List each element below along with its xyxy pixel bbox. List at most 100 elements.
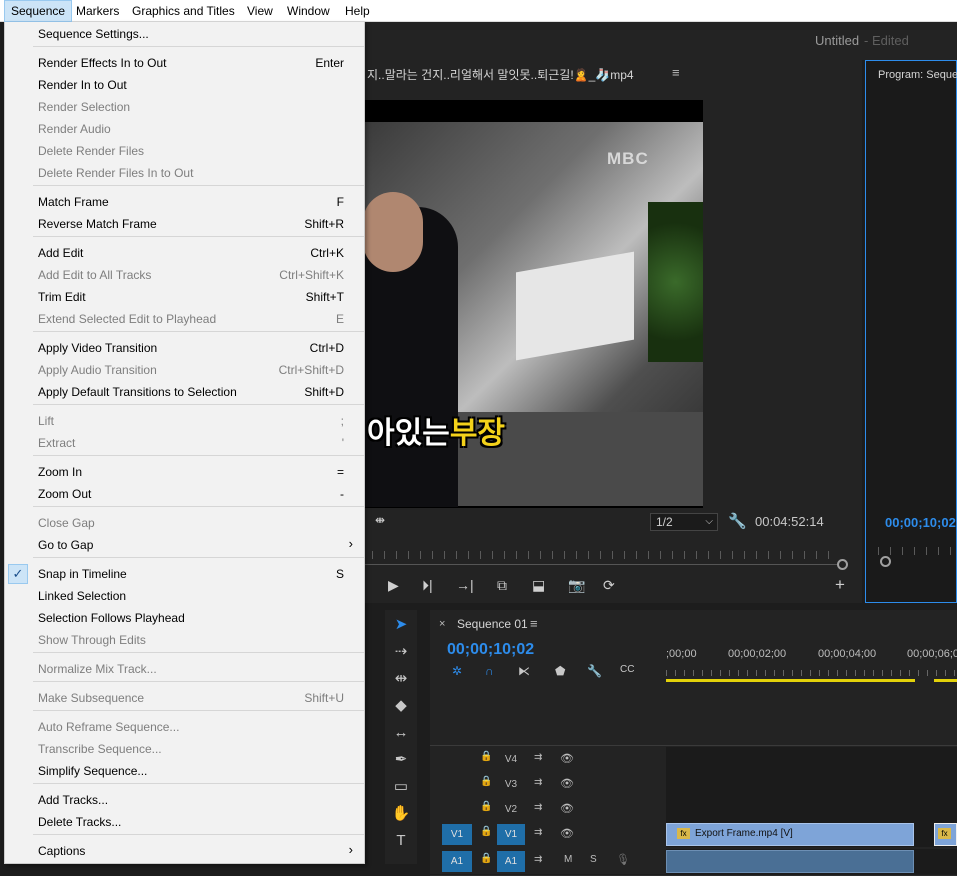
playhead-knob[interactable] (837, 559, 848, 570)
menu-sequence[interactable]: Sequence (4, 0, 73, 22)
timeline-ruler[interactable]: ;00;00 00;00;02;00 00;00;04;00 00;00;06;… (666, 640, 957, 685)
lock-icon[interactable]: 🔒 (480, 801, 492, 812)
menu-item-captions[interactable]: Captions › (5, 840, 364, 862)
insert-icon[interactable]: ⧉ (497, 577, 507, 594)
program-time-ruler[interactable] (878, 547, 957, 567)
lock-icon[interactable]: 🔒 (480, 826, 492, 837)
lock-icon[interactable]: 🔒 (480, 853, 492, 864)
drag-video-icon[interactable]: ⇼ (375, 513, 385, 527)
track-body[interactable] (666, 772, 957, 797)
menu-graphics-and-titles[interactable]: Graphics and Titles (126, 0, 241, 22)
program-monitor-title[interactable]: Program: Seque (878, 69, 957, 81)
rectangle-tool-icon[interactable]: ▭ (385, 774, 417, 800)
slip-tool-icon[interactable]: ↔ (385, 720, 417, 746)
play-icon[interactable]: ▶ (388, 577, 399, 594)
menu-item-render-effects-in-to-out[interactable]: Render Effects In to Out Enter (5, 52, 364, 74)
timeline-timecode[interactable]: 00;00;10;02 (447, 641, 534, 659)
track-name[interactable]: V4 (497, 749, 525, 770)
wrench-icon[interactable]: 🔧 (587, 664, 602, 678)
track-name[interactable]: V1 (497, 824, 525, 845)
nest-icon[interactable]: ✲ (452, 664, 462, 678)
snap-magnet-icon[interactable]: ∩ (485, 664, 494, 678)
source-patch-v1[interactable]: V1 (442, 824, 472, 845)
eye-icon[interactable]: 👁 (560, 827, 574, 840)
camera-icon[interactable]: 📷 (568, 577, 585, 594)
panel-menu-icon[interactable]: ≡ (672, 65, 680, 80)
video-clip[interactable]: fx Export Frame.mp4 [V] (666, 823, 914, 846)
menu-markers[interactable]: Markers (70, 0, 125, 22)
type-tool-icon[interactable]: T (385, 828, 417, 854)
sync-lock-icon[interactable]: ⇉ (534, 854, 542, 865)
track-name[interactable]: V3 (497, 774, 525, 795)
menu-window[interactable]: Window (281, 0, 336, 22)
menu-item-match-frame[interactable]: Match Frame F (5, 191, 364, 213)
track-body[interactable]: fx Export Frame.mp4 [V] fx (666, 822, 957, 847)
sync-lock-icon[interactable]: ⇉ (534, 827, 542, 838)
razor-tool-icon[interactable]: ◆ (385, 693, 417, 719)
menu-item-apply-default-transitions-to-selection[interactable]: Apply Default Transitions to Selection Sh… (5, 381, 364, 403)
track-select-tool-icon[interactable]: ⇢ (385, 639, 417, 665)
sync-lock-icon[interactable]: ⇉ (534, 752, 542, 763)
video-clip[interactable]: fx (934, 823, 957, 846)
eye-icon[interactable]: 👁 (560, 752, 574, 765)
work-area-bar[interactable] (934, 679, 957, 682)
menu-view[interactable]: View (241, 0, 279, 22)
track-name[interactable]: A1 (497, 851, 525, 872)
menu-item-snap-in-timeline[interactable]: ✓ Snap in Timeline S (5, 563, 364, 585)
track-body[interactable] (666, 849, 957, 874)
lock-icon[interactable]: 🔒 (480, 751, 492, 762)
sequence-tab[interactable]: Sequence 01 (457, 617, 528, 631)
pen-tool-icon[interactable]: ✒ (385, 747, 417, 773)
source-patch-a1[interactable]: A1 (442, 851, 472, 872)
menu-item-apply-video-transition[interactable]: Apply Video Transition Ctrl+D (5, 337, 364, 359)
hand-tool-icon[interactable]: ✋ (385, 801, 417, 827)
solo-button[interactable]: S (590, 854, 597, 865)
track-body[interactable] (666, 797, 957, 822)
menu-help[interactable]: Help (339, 0, 376, 22)
menu-item-add-edit[interactable]: Add Edit Ctrl+K (5, 242, 364, 264)
source-time-ruler[interactable] (360, 549, 862, 573)
menu-item-zoom-in[interactable]: Zoom In = (5, 461, 364, 483)
menu-item-trim-edit[interactable]: Trim Edit Shift+T (5, 286, 364, 308)
settings-wrench-icon[interactable]: 🔧 (728, 512, 747, 530)
step-forward-icon[interactable]: ⏵| (422, 577, 433, 594)
menu-separator (33, 710, 364, 711)
panel-menu-icon[interactable]: ≡ (530, 616, 538, 631)
selection-tool-icon[interactable]: ➤ (385, 612, 417, 638)
work-area-bar[interactable] (666, 679, 915, 682)
track-body[interactable] (666, 747, 957, 772)
menu-item-zoom-out[interactable]: Zoom Out - (5, 483, 364, 505)
close-icon[interactable]: × (439, 618, 445, 630)
overwrite-icon[interactable]: ⬓ (532, 577, 545, 594)
eye-icon[interactable]: 👁 (560, 802, 574, 815)
playhead-knob[interactable] (880, 556, 891, 567)
track-name[interactable]: V2 (497, 799, 525, 820)
sync-lock-icon[interactable]: ⇉ (534, 802, 542, 813)
menu-item-go-to-gap[interactable]: Go to Gap › (5, 534, 364, 556)
add-button-icon[interactable]: + (835, 575, 845, 595)
sync-lock-icon[interactable]: ⇉ (534, 777, 542, 788)
add-marker-icon[interactable]: ⬟ (555, 664, 565, 678)
zoom-select[interactable]: 1/2 ⌵ (650, 513, 718, 531)
audio-clip[interactable] (666, 850, 914, 873)
menu-item-linked-selection[interactable]: Linked Selection (5, 585, 364, 607)
microphone-icon[interactable]: 🎙 (616, 853, 630, 866)
menu-item-add-tracks[interactable]: Add Tracks... (5, 789, 364, 811)
ripple-edit-tool-icon[interactable]: ⇹ (385, 666, 417, 692)
lock-icon[interactable]: 🔒 (480, 776, 492, 787)
menu-item-delete-tracks[interactable]: Delete Tracks... (5, 811, 364, 833)
menu-item-sequence-settings[interactable]: Sequence Settings... (5, 23, 364, 45)
multicam-icon[interactable]: ⟳ (603, 577, 615, 594)
mute-button[interactable]: M (564, 854, 572, 865)
menu-item-render-in-to-out[interactable]: Render In to Out (5, 74, 364, 96)
go-to-out-icon[interactable]: →| (456, 577, 474, 593)
program-timecode[interactable]: 00;00;10;02 (885, 515, 956, 530)
eye-icon[interactable]: 👁 (560, 777, 574, 790)
menu-item-reverse-match-frame[interactable]: Reverse Match Frame Shift+R (5, 213, 364, 235)
linked-selection-icon[interactable]: ⧔ (518, 664, 530, 678)
captions-icon[interactable]: CC (620, 664, 634, 675)
menu-item-selection-follows-playhead[interactable]: Selection Follows Playhead (5, 607, 364, 629)
source-timecode[interactable]: 00:04:52:14 (755, 514, 824, 529)
source-clip-title[interactable]: 지..말라는 건지..리얼해서 말잇못..퇴근길!🙎_🧦mp4 (367, 66, 634, 83)
menu-item-simplify-sequence[interactable]: Simplify Sequence... (5, 760, 364, 782)
